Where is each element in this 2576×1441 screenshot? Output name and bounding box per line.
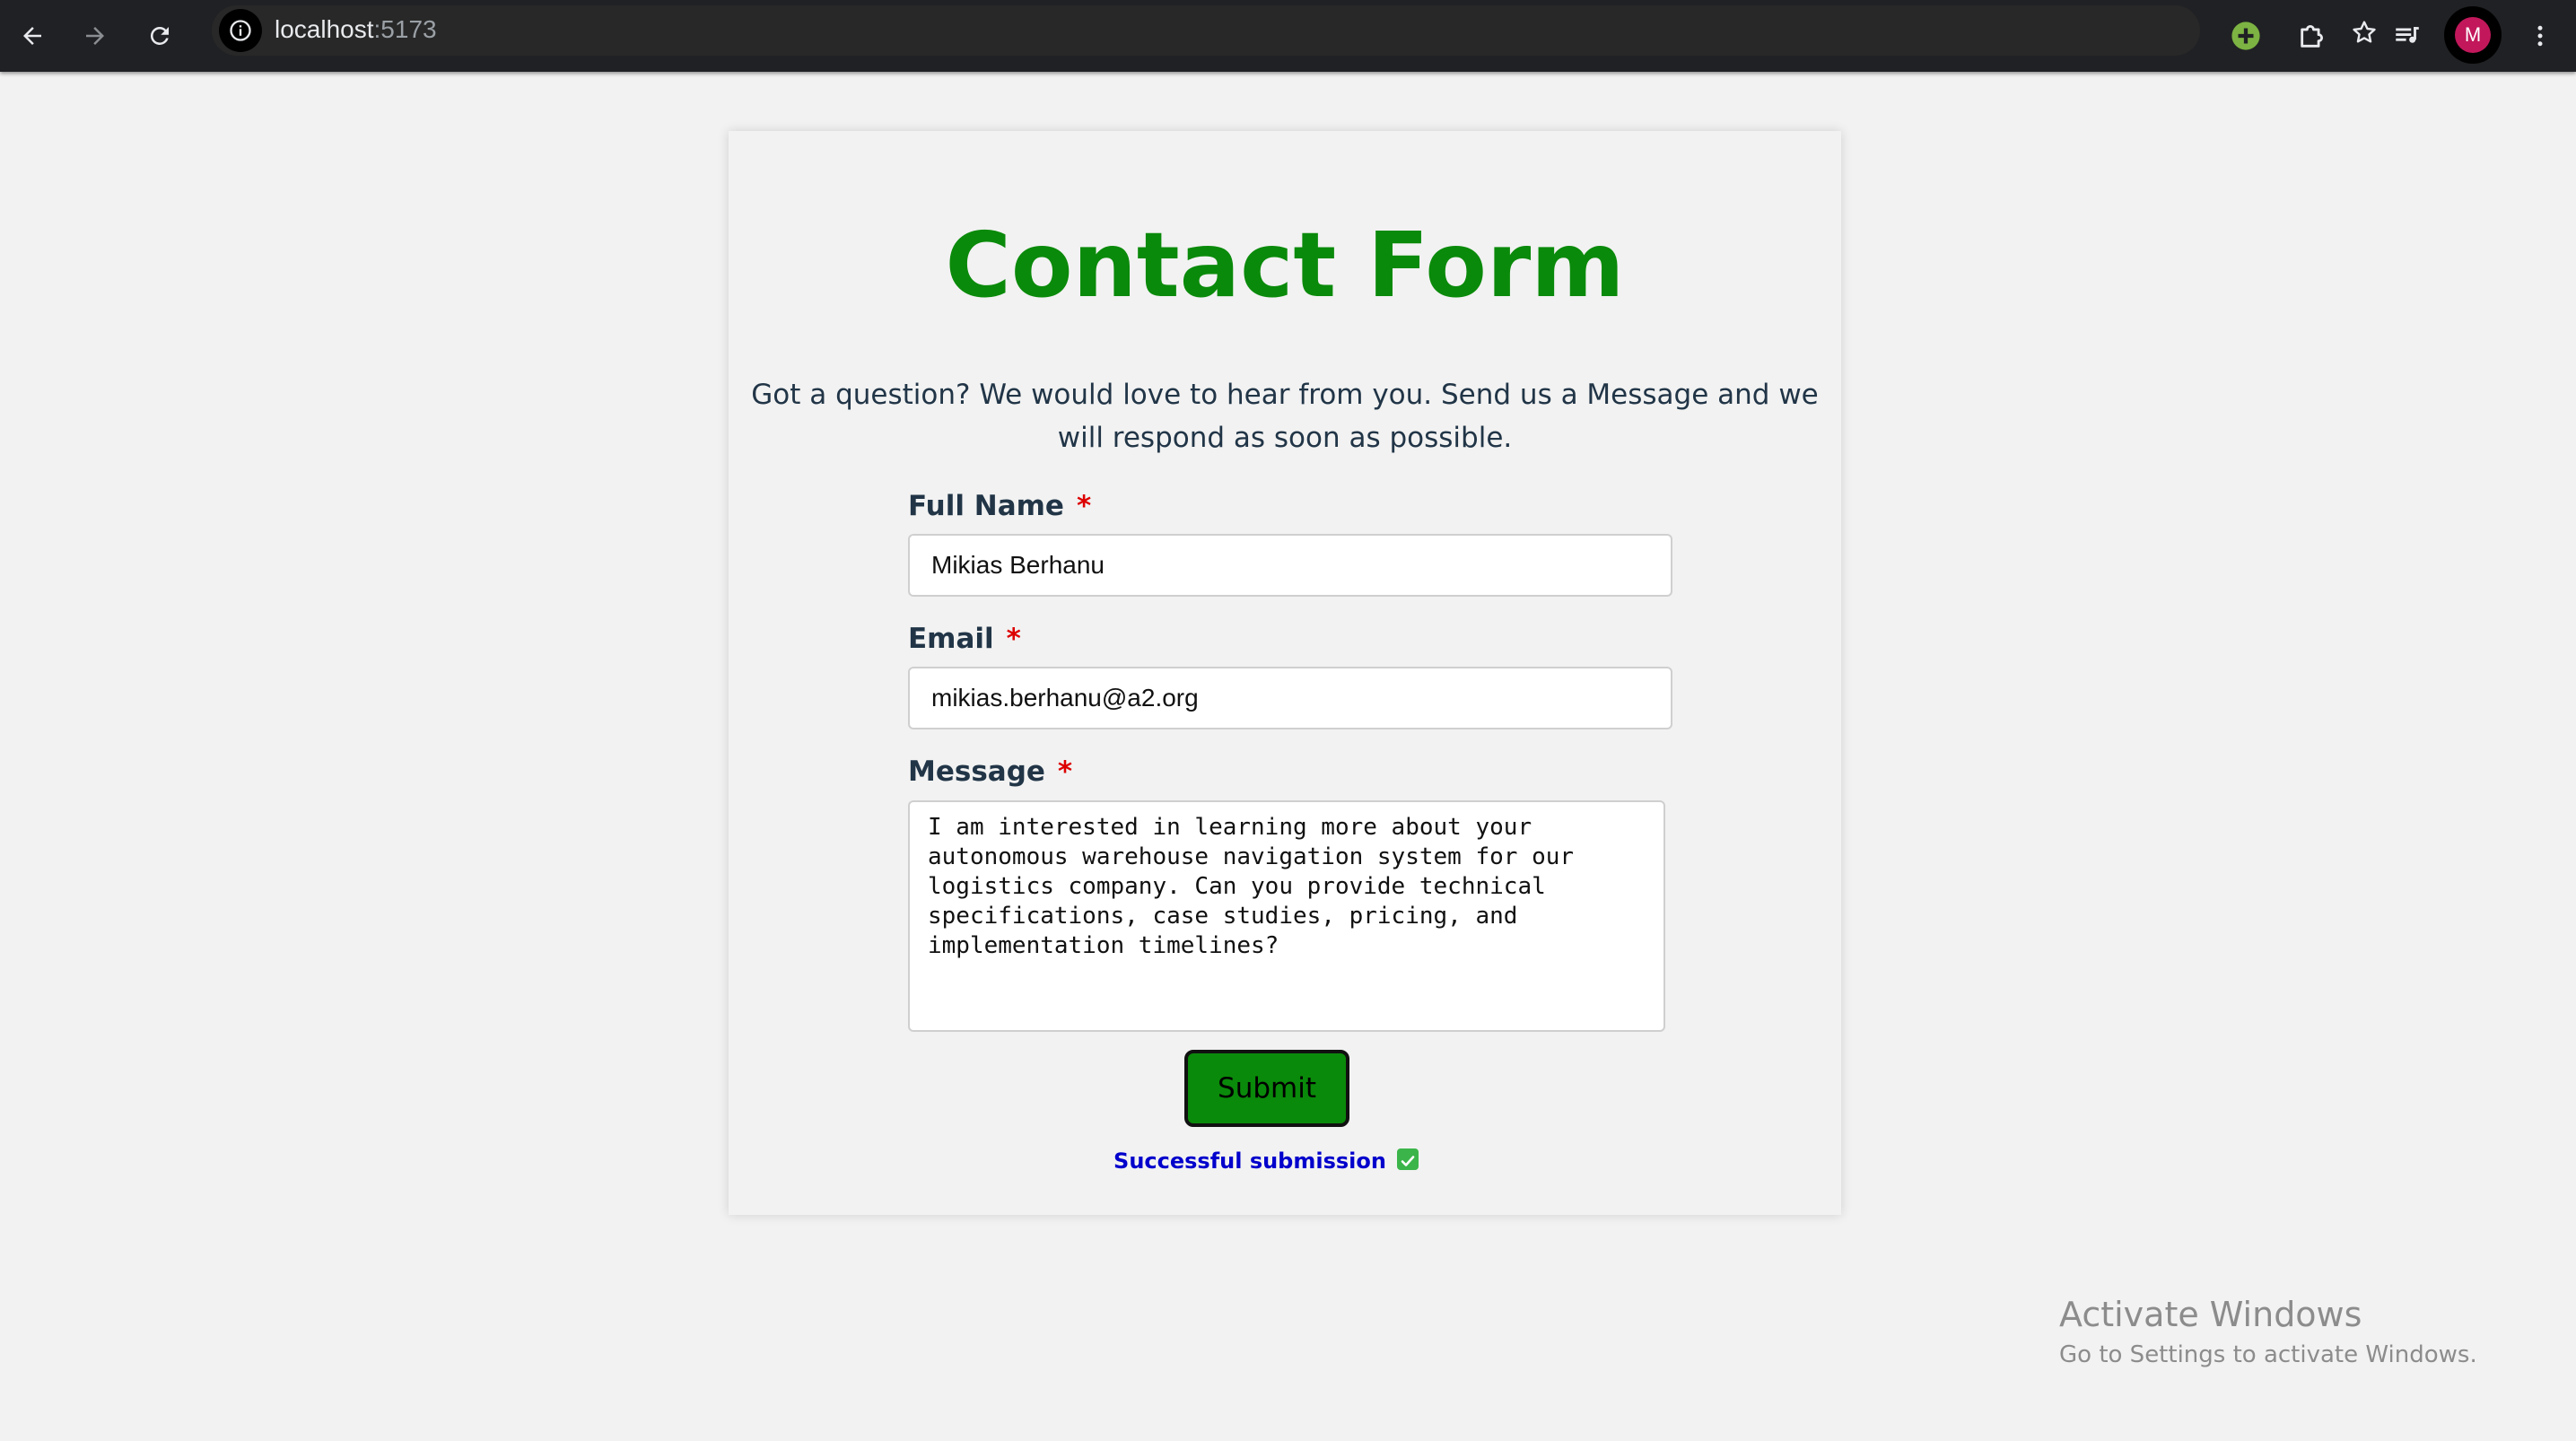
intro-text: Got a question? We would love to hear fr… xyxy=(751,379,1819,454)
email-input[interactable] xyxy=(908,667,1672,729)
required-marker: * xyxy=(1057,755,1073,788)
page-title: Contact Form xyxy=(945,213,1625,318)
avatar-initial: M xyxy=(2455,17,2491,53)
back-button[interactable] xyxy=(7,11,57,61)
plus-circle-icon xyxy=(2231,22,2260,50)
url-port: :5173 xyxy=(373,15,437,43)
required-marker: * xyxy=(1006,623,1021,655)
windows-activation-watermark: Activate Windows Go to Settings to activ… xyxy=(2059,1292,2477,1373)
queue-music-icon xyxy=(2396,27,2419,43)
media-control-button[interactable] xyxy=(2382,11,2432,61)
watermark-subtitle: Go to Settings to activate Windows. xyxy=(2059,1341,2477,1368)
puzzle-icon xyxy=(2301,24,2324,48)
browser-menu-button[interactable] xyxy=(2515,11,2565,61)
profile-avatar[interactable]: M xyxy=(2444,6,2502,64)
check-box-icon xyxy=(1396,1148,1419,1170)
site-info-button[interactable] xyxy=(219,9,262,52)
status-text: Successful submission xyxy=(1113,1148,1386,1174)
url-text: localhost:5173 xyxy=(275,15,437,44)
required-marker: * xyxy=(1076,490,1092,522)
extensions-button[interactable] xyxy=(2287,11,2337,61)
message-textarea[interactable]: I am interested in learning more about y… xyxy=(908,800,1665,1032)
message-label: Message * xyxy=(908,754,1072,790)
email-label: Email * xyxy=(908,621,1021,657)
full-name-label: Full Name * xyxy=(908,488,1091,524)
extension-button[interactable] xyxy=(2221,11,2271,61)
full-name-input[interactable] xyxy=(908,534,1672,597)
status-message: Successful submission xyxy=(0,1145,2532,1177)
forward-button[interactable] xyxy=(70,11,120,61)
arrow-left-icon xyxy=(23,27,41,45)
star-icon[interactable] xyxy=(2350,18,2379,47)
browser-toolbar: localhost:5173 M xyxy=(0,0,2576,72)
url-host: localhost xyxy=(275,15,374,43)
reload-icon xyxy=(150,26,169,45)
info-icon xyxy=(230,20,251,41)
submit-button[interactable]: Submit xyxy=(1184,1050,1349,1127)
reload-button[interactable] xyxy=(135,11,185,61)
kebab-menu-icon xyxy=(2537,25,2543,47)
address-bar[interactable]: localhost:5173 xyxy=(212,5,2376,56)
message-label-text: Message xyxy=(908,755,1045,788)
arrow-right-icon xyxy=(86,27,104,45)
watermark-title: Activate Windows xyxy=(2059,1295,2362,1334)
full-name-label-text: Full Name xyxy=(908,490,1064,522)
email-label-text: Email xyxy=(908,623,994,655)
